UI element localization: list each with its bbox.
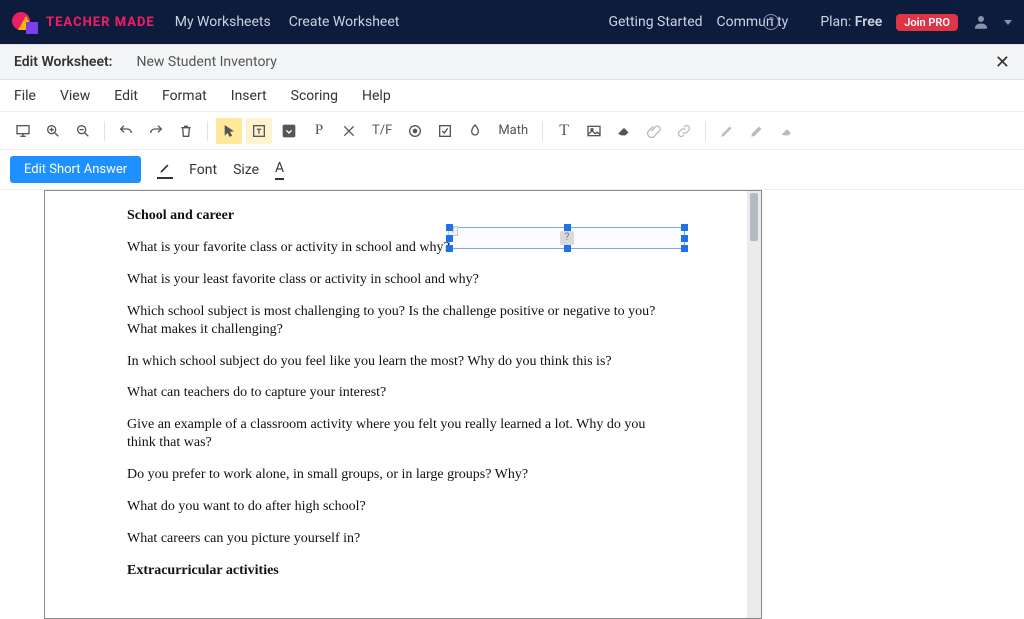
menu-scoring[interactable]: Scoring	[291, 88, 338, 104]
nav-my-worksheets[interactable]: My Worksheets	[175, 14, 271, 30]
pointer-tool-icon[interactable]	[216, 118, 242, 144]
menu-edit[interactable]: Edit	[114, 88, 138, 104]
field-hint-icon: ?	[560, 231, 574, 245]
menu-file[interactable]: File	[14, 88, 36, 104]
section-heading-school-career: School and career	[127, 207, 671, 225]
true-false-tool[interactable]: T/F	[366, 123, 398, 138]
resize-handle[interactable]	[564, 245, 571, 252]
question-3: Which school subject is most challenging…	[127, 303, 671, 339]
multiple-choice-icon[interactable]	[402, 118, 428, 144]
zoom-in-icon[interactable]	[40, 118, 66, 144]
question-9: What careers can you picture yourself in…	[127, 530, 671, 548]
top-nav: TEACHER MADE My Worksheets Create Worksh…	[0, 0, 1024, 44]
eraser-icon[interactable]	[611, 118, 637, 144]
edit-header: Edit Worksheet: New Student Inventory ✕	[0, 44, 1024, 80]
text-color-tool[interactable]: A	[275, 160, 284, 180]
logo[interactable]: TEACHER MADE	[12, 10, 155, 34]
section-heading-extracurricular: Extracurricular activities	[127, 562, 671, 580]
hotspot-icon[interactable]	[462, 118, 488, 144]
user-menu-caret-icon[interactable]	[1004, 20, 1012, 25]
plan-label: Plan: Free	[820, 14, 882, 30]
close-icon[interactable]: ✕	[995, 52, 1010, 73]
redo-icon[interactable]	[143, 118, 169, 144]
scrollbar-thumb[interactable]	[750, 193, 758, 241]
pen-style-tool[interactable]	[157, 161, 173, 179]
logo-text: TEACHER MADE	[46, 15, 155, 30]
toolbar: T P T/F Math T	[0, 112, 1024, 150]
resize-handle[interactable]	[446, 245, 453, 252]
resize-handle[interactable]	[446, 224, 453, 231]
resize-handle[interactable]	[681, 235, 688, 242]
present-icon[interactable]	[10, 118, 36, 144]
join-pro-button[interactable]: Join PRO	[896, 14, 958, 31]
question-6: Give an example of a classroom activity …	[127, 416, 671, 452]
question-7: Do you prefer to work alone, in small gr…	[127, 466, 671, 484]
checkbox-icon[interactable]	[432, 118, 458, 144]
nav-right: Getting Started Commun ty ? Plan: Free J…	[608, 13, 1012, 31]
paragraph-tool[interactable]: P	[306, 118, 332, 144]
highlighter-icon[interactable]	[744, 118, 770, 144]
pencil-icon[interactable]	[714, 118, 740, 144]
edit-short-answer-button[interactable]: Edit Short Answer	[10, 156, 141, 183]
zoom-out-icon[interactable]	[70, 118, 96, 144]
dropdown-icon[interactable]	[276, 118, 302, 144]
resize-handle[interactable]	[681, 224, 688, 231]
resize-handle[interactable]	[446, 235, 453, 242]
menu-insert[interactable]: Insert	[231, 88, 267, 104]
question-2: What is your least favorite class or act…	[127, 271, 671, 289]
math-tool[interactable]: Math	[492, 123, 534, 138]
svg-text:T: T	[257, 127, 261, 135]
delete-icon[interactable]	[173, 118, 199, 144]
canvas-area: School and career What is your favorite …	[0, 190, 1024, 619]
menu-view[interactable]: View	[60, 88, 90, 104]
worksheet-canvas[interactable]: School and career What is your favorite …	[44, 190, 762, 619]
edit-header-label: Edit Worksheet:	[14, 54, 113, 70]
resize-handle[interactable]	[564, 224, 571, 231]
matching-icon[interactable]	[336, 118, 362, 144]
canvas-scrollbar[interactable]	[747, 191, 761, 618]
menubar: File View Edit Format Insert Scoring Hel…	[0, 80, 1024, 112]
menu-format[interactable]: Format	[162, 88, 207, 104]
question-5: What can teachers do to capture your int…	[127, 384, 671, 402]
shape-eraser-icon[interactable]	[774, 118, 800, 144]
text-tool[interactable]: T	[551, 118, 577, 144]
logo-mark-icon	[12, 10, 40, 34]
user-icon[interactable]	[972, 13, 990, 31]
nav-create-worksheet[interactable]: Create Worksheet	[289, 14, 400, 30]
short-answer-field-selected[interactable]: T ?	[449, 227, 685, 249]
pen-icon	[157, 161, 173, 175]
menu-help[interactable]: Help	[362, 88, 391, 104]
worksheet-title: New Student Inventory	[137, 54, 277, 70]
link-icon[interactable]	[671, 118, 697, 144]
image-icon[interactable]	[581, 118, 607, 144]
nav-left: My Worksheets Create Worksheet	[175, 14, 400, 30]
worksheet-document: School and career What is your favorite …	[45, 191, 761, 618]
question-8: What do you want to do after high school…	[127, 498, 671, 516]
undo-icon[interactable]	[113, 118, 139, 144]
question-4: In which school subject do you feel like…	[127, 353, 671, 371]
attachment-icon[interactable]	[641, 118, 667, 144]
resize-handle[interactable]	[681, 245, 688, 252]
size-tool[interactable]: Size	[233, 162, 259, 178]
open-answer-icon[interactable]: T	[246, 118, 272, 144]
context-toolbar: Edit Short Answer Font Size A	[0, 150, 1024, 190]
nav-getting-started[interactable]: Getting Started	[608, 14, 702, 30]
font-tool[interactable]: Font	[189, 162, 217, 178]
